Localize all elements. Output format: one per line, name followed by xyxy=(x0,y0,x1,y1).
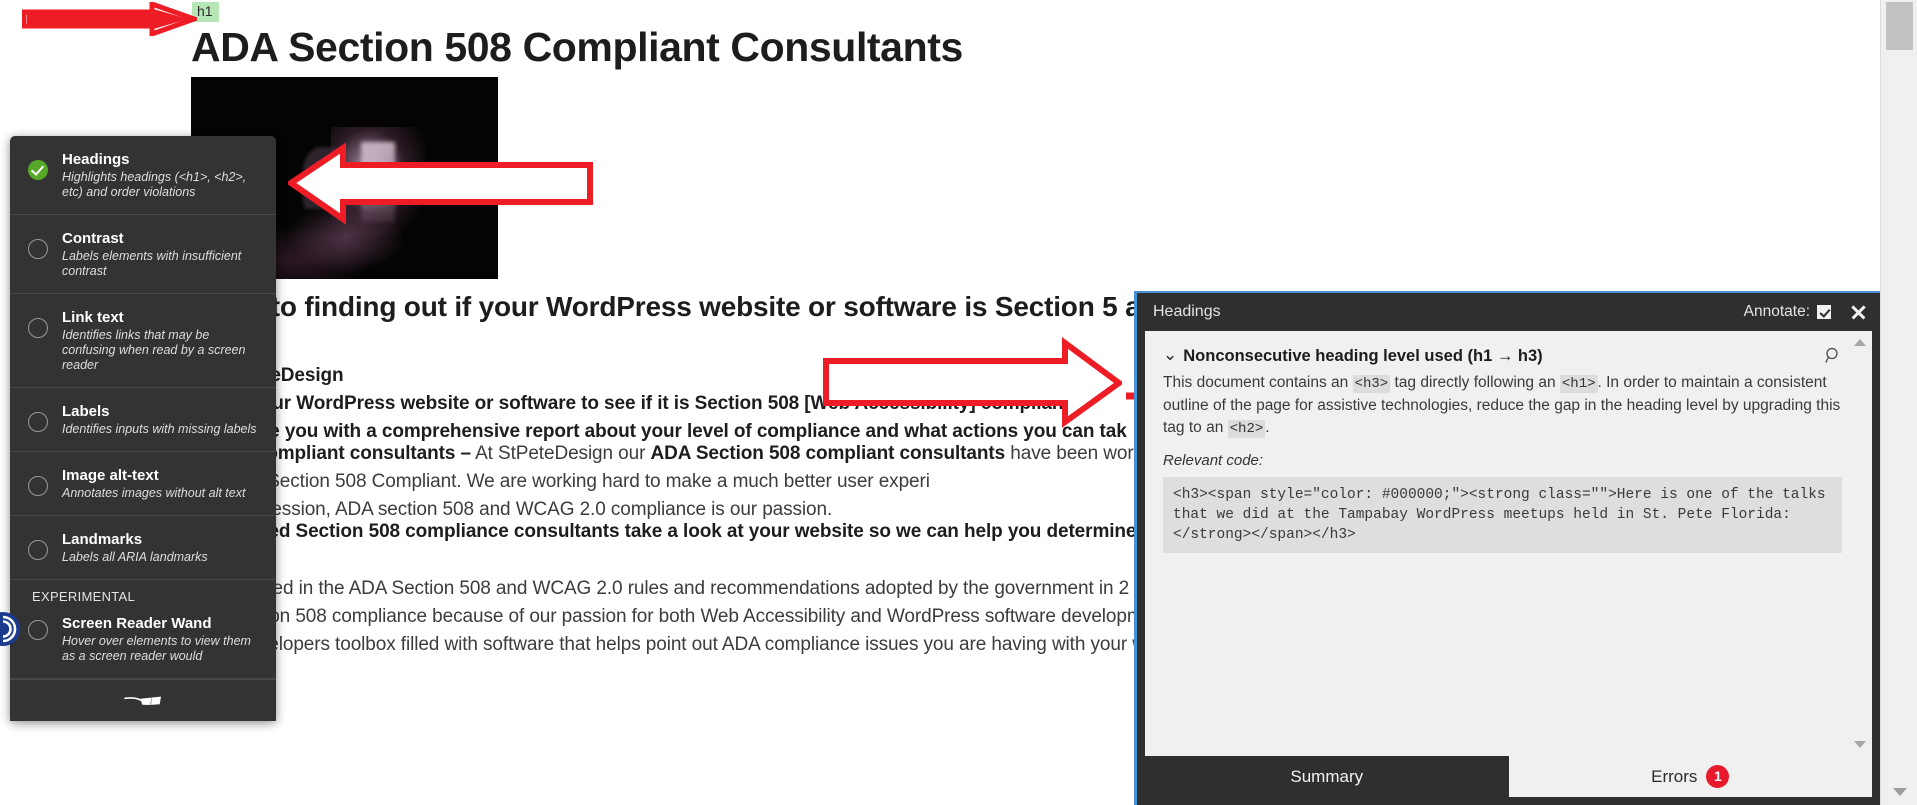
page-heading-block: h1 ADA Section 508 Compliant Consultants xyxy=(191,2,1351,72)
tool-item-contrast[interactable]: Contrast Labels elements with insufficie… xyxy=(10,215,276,294)
relevant-code-label: Relevant code: xyxy=(1163,452,1264,469)
annotate-checkbox[interactable] xyxy=(1817,305,1831,319)
tool-item-labels-text: Labels Identifies inputs with missing la… xyxy=(62,402,264,437)
tool-item-headings-text: Headings Highlights headings (<h1>, <h2>… xyxy=(62,150,264,200)
close-icon[interactable] xyxy=(1849,303,1867,321)
paragraph-2-mid: At StPeteDesign our xyxy=(470,443,651,464)
tool-item-image-alt-text-label: Image alt-text xyxy=(62,467,159,484)
scroll-up-arrow[interactable] xyxy=(1854,339,1866,346)
tool-item-image-alt-text-desc: Annotates images without alt text xyxy=(62,486,246,500)
scrollbar-thumb[interactable] xyxy=(1886,2,1913,50)
issue-description: This document contains an <h3> tag direc… xyxy=(1163,374,1841,438)
tool-item-landmarks-desc: Labels all ARIA landmarks xyxy=(62,550,208,564)
tool-item-link-text-label: Link text xyxy=(62,309,124,326)
tool-item-contrast-desc: Labels elements with insufficient contra… xyxy=(62,249,242,278)
radio-icon[interactable] xyxy=(28,620,48,640)
inline-tag-chip: <h3> xyxy=(1352,375,1391,393)
tool-menu-footer[interactable] xyxy=(10,679,276,721)
experimental-section-label: EXPERIMENTAL xyxy=(32,589,136,604)
inline-tag-chip: <h1> xyxy=(1559,375,1598,393)
accessibility-results-panel[interactable]: Headings Annotate: ⌄ Nonconsecutive head… xyxy=(1134,291,1880,805)
tool-item-contrast-label: Contrast xyxy=(62,230,124,247)
tool-item-link-text-text: Link text Identifies links that may be c… xyxy=(62,308,264,373)
paragraph-3-line-1-text: xperienced Section 508 compliance consul… xyxy=(191,521,1137,542)
accessibility-launcher-icon[interactable] xyxy=(0,612,20,646)
paragraph-2-tail: have been work xyxy=(1005,443,1143,464)
inline-tag-chip: <h2> xyxy=(1227,420,1266,438)
chevron-down-icon[interactable]: ⌄ xyxy=(1163,345,1177,365)
magnifier-icon[interactable] xyxy=(1825,347,1842,364)
tool-item-link-text[interactable]: Link text Identifies links that may be c… xyxy=(10,294,276,388)
radio-icon[interactable] xyxy=(28,318,48,338)
tool-item-screen-reader-wand[interactable]: Screen Reader Wand Hover over elements t… xyxy=(10,608,276,679)
panel-body: ⌄ Nonconsecutive heading level used (h1 … xyxy=(1145,331,1872,756)
paragraph-2-bold-phrase: ADA Section 508 compliant consultants xyxy=(650,443,1006,464)
tool-item-screen-reader-wand-desc: Hover over elements to view them as a sc… xyxy=(62,634,251,663)
tool-item-landmarks[interactable]: Landmarks Labels all ARIA landmarks xyxy=(10,516,276,580)
radio-icon[interactable] xyxy=(28,412,48,432)
tool-item-screen-reader-wand-text: Screen Reader Wand Hover over elements t… xyxy=(62,614,264,664)
tool-item-landmarks-text: Landmarks Labels all ARIA landmarks xyxy=(62,530,264,565)
panel-tabs[interactable]: Summary Errors 1 xyxy=(1145,756,1872,797)
tool-item-labels[interactable]: Labels Identifies inputs with missing la… xyxy=(10,388,276,452)
tab-errors[interactable]: Errors 1 xyxy=(1508,756,1872,797)
hero-glow-2 xyxy=(361,142,395,222)
tool-item-headings[interactable]: Headings Highlights headings (<h1>, <h2>… xyxy=(10,136,276,215)
tool-item-landmarks-label: Landmarks xyxy=(62,531,143,548)
tool-item-image-alt-text[interactable]: Image alt-text Annotates images without … xyxy=(10,452,276,516)
errors-count-badge: 1 xyxy=(1706,765,1730,788)
paragraph-1-line-2-text: ill test your WordPress website or softw… xyxy=(191,393,1075,414)
glasses-icon[interactable] xyxy=(123,692,163,710)
tool-item-contrast-text: Contrast Labels elements with insufficie… xyxy=(62,229,264,279)
tool-item-labels-label: Labels xyxy=(62,403,110,420)
panel-header: Headings Annotate: xyxy=(1137,293,1880,331)
screenshot-root: h1 ADA Section 508 Compliant Consultants… xyxy=(0,0,1917,805)
tab-errors-label: Errors xyxy=(1651,766,1698,786)
annotate-label: Annotate: xyxy=(1743,303,1810,320)
radio-icon[interactable] xyxy=(28,476,48,496)
radio-checked-icon[interactable] xyxy=(28,160,48,180)
tool-item-link-text-desc: Identifies links that may be confusing w… xyxy=(62,328,246,372)
scrollbar-down-arrow[interactable] xyxy=(1893,788,1907,796)
heading-level-badge: h1 xyxy=(192,2,219,22)
tab-summary-label: Summary xyxy=(1290,766,1364,786)
hero-figure xyxy=(303,147,349,209)
page-title: ADA Section 508 Compliant Consultants xyxy=(191,24,963,70)
tab-summary[interactable]: Summary xyxy=(1145,756,1509,797)
paragraph-1-line-3-text: ill provide you with a comprehensive rep… xyxy=(191,421,1127,442)
tool-item-screen-reader-wand-label: Screen Reader Wand xyxy=(62,615,212,632)
issue-title: Nonconsecutive heading level used (h1 → … xyxy=(1183,347,1543,365)
accessibility-tool-menu[interactable]: Headings Highlights headings (<h1>, <h2>… xyxy=(10,136,276,721)
relevant-code-block: <h3><span style="color: #000000;"><stron… xyxy=(1163,477,1842,553)
tool-item-image-alt-text-text: Image alt-text Annotates images without … xyxy=(62,466,264,501)
panel-title: Headings xyxy=(1153,303,1221,320)
radio-icon[interactable] xyxy=(28,540,48,560)
tool-item-headings-desc: Highlights headings (<h1>, <h2>, etc) an… xyxy=(62,170,247,199)
scroll-down-arrow[interactable] xyxy=(1854,741,1866,748)
tool-item-labels-desc: Identifies inputs with missing labels xyxy=(62,422,257,436)
issue-header-row[interactable]: ⌄ Nonconsecutive heading level used (h1 … xyxy=(1163,345,1842,367)
tool-item-headings-label: Headings xyxy=(62,151,130,168)
browser-scrollbar[interactable] xyxy=(1880,0,1917,805)
radio-icon[interactable] xyxy=(28,239,48,259)
